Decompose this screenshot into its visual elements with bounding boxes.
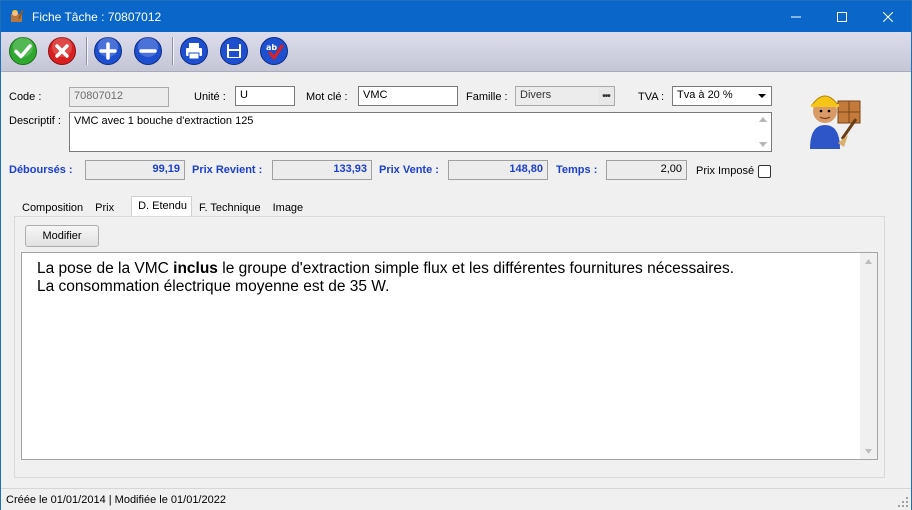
tab-prix[interactable]: Prix <box>88 198 131 217</box>
tva-select[interactable]: Tva à 20 % <box>672 86 772 106</box>
save-button[interactable] <box>218 35 250 67</box>
maximize-icon <box>837 11 847 22</box>
scroll-down-icon[interactable] <box>865 449 872 454</box>
toolbar-separator <box>172 37 173 65</box>
descriptif-textarea[interactable]: VMC avec 1 bouche d'extraction 125 <box>69 112 772 152</box>
scroll-up-icon[interactable] <box>759 117 767 122</box>
descriptif-scrollbar[interactable] <box>755 113 771 151</box>
motcle-label: Mot clé : <box>306 91 348 103</box>
code-label: Code : <box>9 91 42 103</box>
prix-vente-field[interactable]: 148,80 <box>448 160 548 180</box>
close-icon <box>883 11 893 22</box>
tva-value: Tva à 20 % <box>677 89 733 101</box>
print-button[interactable] <box>178 35 210 67</box>
check-icon <box>9 37 37 65</box>
chevron-down-icon <box>758 94 766 98</box>
unite-label: Unité : <box>194 91 226 103</box>
floppy-disk-icon <box>220 37 248 65</box>
code-field[interactable]: 70807012 <box>69 87 169 107</box>
unite-field[interactable]: U <box>235 86 295 106</box>
modifier-button[interactable]: Modifier <box>25 225 99 247</box>
scroll-up-icon[interactable] <box>865 259 872 264</box>
descriptif-label: Descriptif : <box>9 115 61 127</box>
editor-scrollbar[interactable] <box>860 253 877 459</box>
cross-icon <box>48 37 76 65</box>
toolbar: ab <box>1 32 911 72</box>
prix-vente-label: Prix Vente : <box>379 164 439 176</box>
prix-revient-field[interactable]: 133,93 <box>272 160 372 180</box>
worker-illustration <box>798 81 866 151</box>
description-line-2: La consommation électrique moyenne est d… <box>37 278 390 295</box>
title-bar[interactable]: Fiche Tâche : 70807012 <box>1 1 911 32</box>
app-icon <box>9 8 25 24</box>
motcle-field[interactable]: VMC <box>358 86 458 106</box>
add-button[interactable] <box>92 35 124 67</box>
tab-f-technique[interactable]: F. Technique <box>192 198 266 217</box>
prix-impose-checkbox[interactable] <box>758 165 771 178</box>
spellcheck-icon: ab <box>260 37 288 65</box>
debourses-label: Déboursés : <box>9 164 73 176</box>
spellcheck-button[interactable]: ab <box>258 35 290 67</box>
validate-button[interactable] <box>7 35 39 67</box>
tva-label: TVA : <box>638 91 665 103</box>
maximize-button[interactable] <box>819 1 865 32</box>
resize-grip-icon[interactable] <box>898 497 908 507</box>
status-bar: Créée le 01/01/2014 | Modifiée le 01/01/… <box>1 488 911 510</box>
debourses-field[interactable]: 99,19 <box>85 160 185 180</box>
minimize-button[interactable] <box>773 1 819 32</box>
prix-revient-label: Prix Revient : <box>192 164 263 176</box>
famille-browse-button[interactable]: ••• <box>598 87 614 105</box>
scroll-down-icon[interactable] <box>759 142 767 147</box>
cancel-button[interactable] <box>46 35 78 67</box>
minimize-icon <box>791 16 801 17</box>
plus-icon <box>94 37 122 65</box>
descriptif-text: VMC avec 1 bouche d'extraction 125 <box>74 115 254 127</box>
prix-impose-label: Prix Imposé <box>696 165 755 177</box>
minus-icon <box>134 37 162 65</box>
famille-label: Famille : <box>466 91 508 103</box>
tab-strip: Composition Prix D. Etendu F. Technique … <box>15 196 309 217</box>
description-line-1: La pose de la VMC inclus le groupe d'ext… <box>37 260 735 277</box>
svg-text:ab: ab <box>266 43 277 52</box>
window-title: Fiche Tâche : 70807012 <box>32 10 162 24</box>
remove-button[interactable] <box>132 35 164 67</box>
famille-value: Divers <box>520 89 552 101</box>
tab-composition[interactable]: Composition <box>15 198 88 217</box>
printer-icon <box>180 37 208 65</box>
famille-field[interactable]: Divers ••• <box>515 86 615 106</box>
temps-label: Temps : <box>556 164 598 176</box>
temps-field[interactable]: 2,00 <box>606 160 687 180</box>
tab-image[interactable]: Image <box>266 198 309 217</box>
extended-description-editor[interactable]: La pose de la VMC inclus le groupe d'ext… <box>21 252 878 460</box>
status-text: Créée le 01/01/2014 | Modifiée le 01/01/… <box>6 494 226 506</box>
toolbar-separator <box>86 37 87 65</box>
tab-d-etendu[interactable]: D. Etendu <box>131 196 193 217</box>
close-button[interactable] <box>865 1 911 32</box>
task-sheet-window: Fiche Tâche : 70807012 ab Code: 7080701… <box>0 0 912 510</box>
